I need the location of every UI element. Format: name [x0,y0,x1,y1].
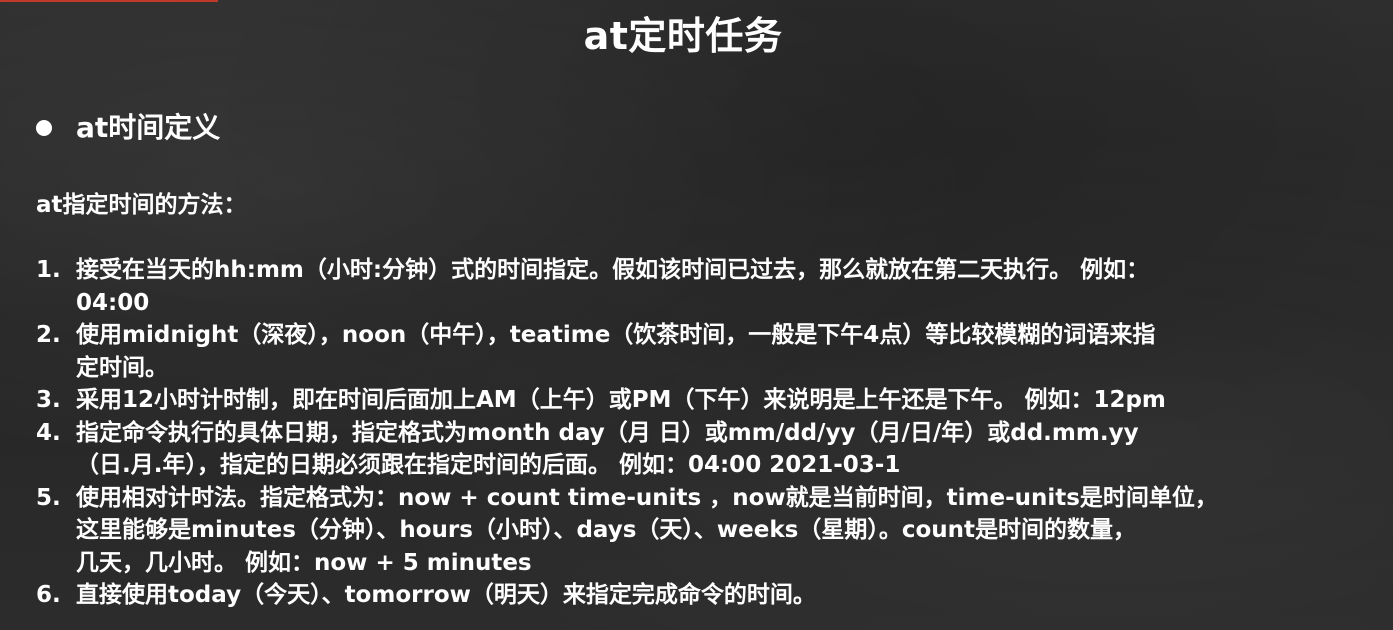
list-item: 2. 使用midnight（深夜），noon（中午），teatime（饮茶时间，… [36,319,1366,384]
list-item: 4. 指定命令执行的具体日期，指定格式为month day（月 日）或mm/dd… [36,417,1366,482]
list-item-number: 2. [36,322,61,348]
list-item-number: 5. [36,484,61,511]
list-item-text: 采用12小时计时制，即在时间后面加上AM（上午）或PM（下午）来说明是上午还是下… [76,387,1166,413]
section-heading: at时间定义 [36,108,220,148]
list-item-number: 6. [36,582,61,608]
list-item-text: 使用midnight（深夜），noon（中午），teatime（饮茶时间，一般是… [76,322,1156,381]
top-accent-bar [0,0,218,2]
list-item-text: 使用相对计时法。指定格式为：now + count time-units ，no… [76,484,1218,576]
intro-text: at指定时间的方法： [36,192,247,218]
slide-title: at定时任务 [583,14,783,58]
list-item-number: 1. [36,257,61,283]
section-label: at时间定义 [76,111,221,144]
list-item-text: 指定命令执行的具体日期，指定格式为month day（月 日）或mm/dd/yy… [76,419,1139,479]
slide: at定时任务 at时间定义 at指定时间的方法： 1. 接受在当天的hh:mm（… [0,0,1393,630]
list-item: 3. 采用12小时计时制，即在时间后面加上AM（上午）或PM（下午）来说明是上午… [36,384,1366,417]
list-item-text: 直接使用today（今天）、tomorrow（明天）来指定完成命令的时间。 [76,582,816,608]
method-list: 1. 接受在当天的hh:mm（小时:分钟）式的时间指定。假如该时间已过去，那么就… [36,254,1366,612]
list-item: 5. 使用相对计时法。指定格式为：now + count time-units … [36,482,1366,580]
list-item-text: 接受在当天的hh:mm（小时:分钟）式的时间指定。假如该时间已过去，那么就放在第… [76,257,1150,316]
bullet-icon [36,120,52,136]
list-item-number: 4. [36,419,61,446]
list-item: 1. 接受在当天的hh:mm（小时:分钟）式的时间指定。假如该时间已过去，那么就… [36,254,1366,319]
list-item-number: 3. [36,387,61,413]
list-item: 6. 直接使用today（今天）、tomorrow（明天）来指定完成命令的时间。 [36,579,1366,612]
